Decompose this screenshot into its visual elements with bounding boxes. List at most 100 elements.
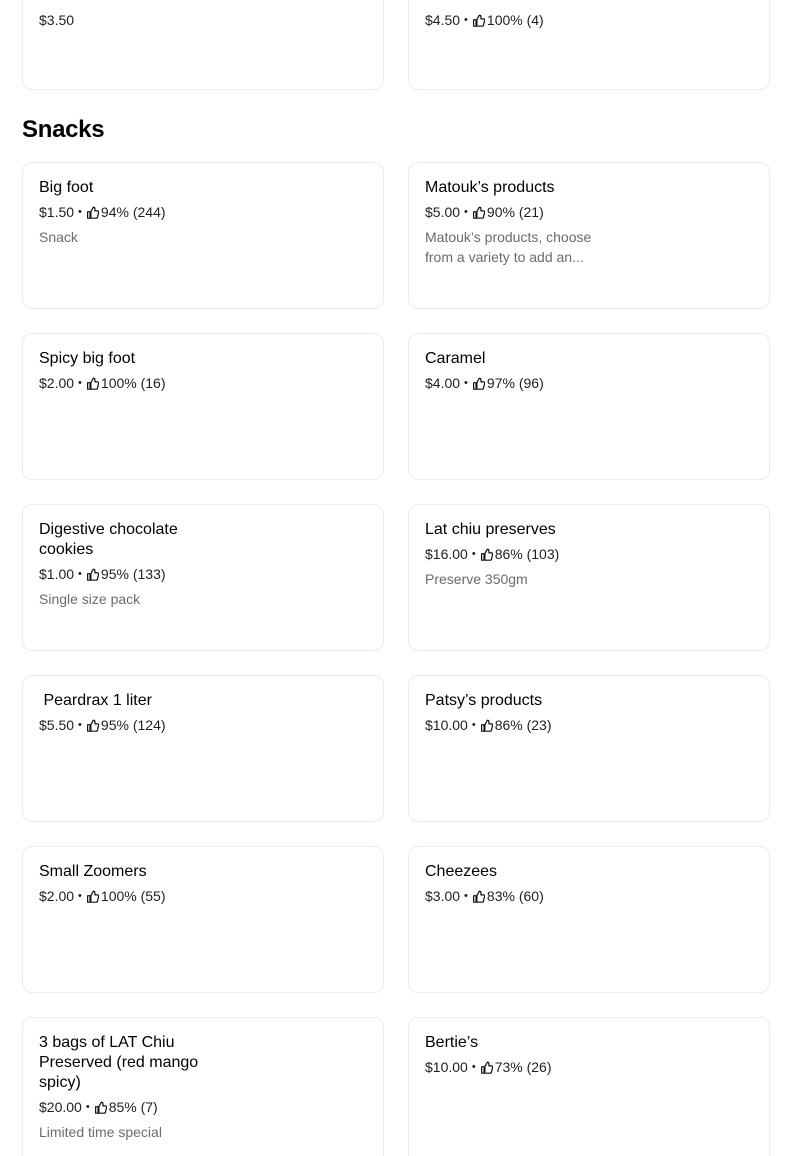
item-name: Peardrax 1 liter bbox=[39, 692, 152, 709]
item-rating: 90% bbox=[486, 204, 515, 220]
item-reviews: (96) bbox=[518, 375, 544, 391]
item-reviews: (7) bbox=[140, 1099, 158, 1115]
item-rating: 100% bbox=[100, 375, 137, 391]
item-meta: $3.50 bbox=[39, 11, 239, 29]
meta-separator: • bbox=[471, 548, 476, 560]
item-price: $20.00 bbox=[39, 1099, 82, 1115]
item-name: Lat chiu preserves bbox=[425, 521, 556, 538]
item-name: Digestive chocolate cookies bbox=[39, 521, 178, 558]
meta-separator: • bbox=[471, 719, 476, 731]
item-reviews: (26) bbox=[526, 1059, 552, 1075]
thumbs-up-icon bbox=[86, 890, 99, 903]
meta-separator: • bbox=[464, 206, 468, 218]
menu-item-card[interactable]: Big foot $1.50 • 94% (244) Snack bbox=[22, 162, 384, 309]
item-name: Patsy’s products bbox=[425, 692, 543, 709]
item-meta: $1.00 • 95% (133) bbox=[39, 565, 214, 583]
menu-item-card[interactable]: Small Zoomers $2.00 • 100% (55) bbox=[22, 846, 384, 993]
item-reviews: (4) bbox=[526, 12, 544, 28]
menu-item-card[interactable]: Peardrax 1 liter $5.50 • 95% (124) bbox=[22, 675, 384, 822]
menu-item-card[interactable]: Bertie’s $10.00 • 73% (26) bbox=[408, 1017, 770, 1156]
menu-item-card[interactable]: $4.50 • 100% (4) bbox=[408, 0, 770, 90]
item-price: $4.50 bbox=[425, 12, 461, 28]
item-meta: $2.00 • 100% (16) bbox=[39, 374, 239, 392]
item-meta: $3.00 • 83% (60) bbox=[425, 887, 625, 905]
item-meta: $10.00 • 73% (26) bbox=[425, 1058, 625, 1076]
item-rating: 73% bbox=[494, 1059, 523, 1075]
thumbs-up-icon bbox=[472, 890, 485, 903]
item-reviews: (21) bbox=[518, 204, 544, 220]
menu-item-card[interactable]: 3 bags of LAT Chiu Preserved (red mango … bbox=[22, 1017, 384, 1156]
item-reviews: (103) bbox=[526, 546, 560, 562]
item-price: $5.50 bbox=[39, 717, 75, 733]
meta-separator: • bbox=[85, 1101, 90, 1113]
meta-separator: • bbox=[78, 890, 82, 902]
thumbs-up-icon bbox=[480, 548, 493, 561]
item-name: Bertie’s bbox=[425, 1034, 479, 1051]
item-reviews: (124) bbox=[132, 717, 166, 733]
item-meta: $4.00 • 97% (96) bbox=[425, 374, 625, 392]
item-rating: 94% bbox=[100, 204, 129, 220]
menu-item-card[interactable]: Caramel $4.00 • 97% (96) bbox=[408, 333, 770, 480]
item-description: Snack bbox=[39, 229, 78, 245]
thumbs-up-icon bbox=[86, 377, 99, 390]
item-price: $4.00 bbox=[425, 375, 461, 391]
menu-item-card[interactable]: Patsy’s products $10.00 • 86% (23) bbox=[408, 675, 770, 822]
item-meta: $5.00 • 90% (21) bbox=[425, 203, 625, 221]
meta-separator: • bbox=[78, 377, 82, 389]
menu-item-card[interactable]: Lat chiu preserves $16.00 • 86% (103) Pr… bbox=[408, 504, 770, 651]
item-rating: 100% bbox=[100, 888, 137, 904]
item-price: $1.50 bbox=[39, 204, 75, 220]
item-meta: $4.50 • 100% (4) bbox=[425, 11, 625, 29]
item-description: Matouk’s products, choose from a variety… bbox=[425, 229, 592, 265]
thumbs-up-icon bbox=[480, 1061, 493, 1074]
item-reviews: (133) bbox=[132, 566, 166, 582]
item-rating: 97% bbox=[486, 375, 515, 391]
item-rating: 95% bbox=[100, 566, 129, 582]
item-rating: 95% bbox=[100, 717, 129, 733]
item-reviews: (55) bbox=[140, 888, 166, 904]
item-reviews: (244) bbox=[132, 204, 166, 220]
item-price: $3.00 bbox=[425, 888, 461, 904]
item-reviews: (16) bbox=[140, 375, 166, 391]
item-meta: $5.50 • 95% (124) bbox=[39, 716, 239, 734]
section-title: Snacks bbox=[22, 116, 105, 143]
item-reviews: (23) bbox=[526, 717, 552, 733]
item-meta: $20.00 • 85% (7) bbox=[39, 1098, 224, 1116]
item-price: $3.50 bbox=[39, 12, 75, 28]
thumbs-up-icon bbox=[472, 206, 485, 219]
item-name: Big foot bbox=[39, 179, 94, 196]
item-description: Single size pack bbox=[39, 591, 141, 607]
item-rating: 86% bbox=[494, 717, 523, 733]
menu-item-card[interactable]: Spicy big foot $2.00 • 100% (16) bbox=[22, 333, 384, 480]
item-price: $2.00 bbox=[39, 888, 75, 904]
meta-separator: • bbox=[464, 377, 468, 389]
item-reviews: (60) bbox=[518, 888, 544, 904]
item-price: $10.00 bbox=[425, 717, 468, 733]
item-rating: 83% bbox=[486, 888, 515, 904]
item-name: 3 bags of LAT Chiu Preserved (red mango … bbox=[39, 1034, 199, 1091]
thumbs-up-icon bbox=[472, 14, 485, 27]
item-price: $10.00 bbox=[425, 1059, 468, 1075]
item-name: Spicy big foot bbox=[39, 350, 136, 367]
item-rating: 85% bbox=[108, 1099, 137, 1115]
item-meta: $2.00 • 100% (55) bbox=[39, 887, 239, 905]
item-meta: $16.00 • 86% (103) bbox=[425, 545, 625, 563]
menu-item-card[interactable]: Matouk’s products $5.00 • 90% (21) Matou… bbox=[408, 162, 770, 309]
item-meta: $10.00 • 86% (23) bbox=[425, 716, 625, 734]
menu-item-card[interactable]: Cheezees $3.00 • 83% (60) bbox=[408, 846, 770, 993]
item-name: Cheezees bbox=[425, 863, 498, 880]
menu-item-card[interactable]: Digestive chocolate cookies $1.00 • 95% … bbox=[22, 504, 384, 651]
thumbs-up-icon bbox=[94, 1101, 107, 1114]
item-description: Limited time special bbox=[39, 1124, 162, 1140]
thumbs-up-icon bbox=[86, 719, 99, 732]
item-price: $1.00 bbox=[39, 566, 75, 582]
thumbs-up-icon bbox=[472, 377, 485, 390]
meta-separator: • bbox=[78, 568, 82, 580]
thumbs-up-icon bbox=[480, 719, 493, 732]
thumbs-up-icon bbox=[86, 568, 99, 581]
meta-separator: • bbox=[78, 206, 82, 218]
menu-item-card[interactable]: $3.50 bbox=[22, 0, 384, 90]
menu-page: $3.50 $4.50 • 100% (4) Snacks Big foot $… bbox=[0, 0, 804, 1156]
meta-separator: • bbox=[471, 1061, 476, 1073]
item-price: $16.00 bbox=[425, 546, 468, 562]
